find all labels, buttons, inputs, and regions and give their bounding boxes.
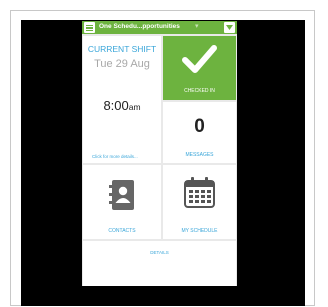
messages-count: 0 — [194, 116, 205, 137]
app-window: One Schedu...pportunities ▾ CURRENT SHIF… — [82, 21, 237, 286]
shift-time-value: 8:00 — [103, 98, 129, 113]
checkmark-icon — [182, 45, 217, 73]
contacts-label: CONTACTS — [108, 228, 136, 234]
checked-in-tile[interactable]: CHECKED IN — [163, 36, 236, 100]
my-schedule-label: MY SCHEDULE — [181, 228, 218, 234]
title-caret-icon: ▾ — [195, 23, 199, 30]
app-title: One Schedu...pportunities — [99, 23, 180, 30]
chevron-down-icon[interactable] — [224, 22, 235, 33]
details-label: DETAILS — [150, 250, 169, 255]
my-schedule-tile[interactable]: MY SCHEDULE — [163, 165, 236, 239]
checked-in-label: CHECKED IN — [184, 88, 215, 94]
calendar-icon — [184, 177, 215, 208]
shift-date: Tue 29 Aug — [94, 58, 150, 70]
contacts-tile[interactable]: CONTACTS — [83, 165, 161, 239]
top-bar: One Schedu...pportunities ▾ — [82, 21, 237, 34]
details-tile[interactable]: DETAILS — [83, 241, 236, 286]
shift-time: 8:00am — [83, 98, 161, 113]
current-shift-label: CURRENT SHIFT — [87, 44, 157, 54]
shift-time-ampm: am — [128, 102, 141, 112]
messages-label: MESSAGES — [185, 152, 214, 158]
messages-tile[interactable]: 0 MESSAGES — [163, 102, 236, 163]
current-shift-tile[interactable]: CURRENT SHIFT Tue 29 Aug 8:00am Click fo… — [83, 36, 161, 163]
contacts-book-icon — [109, 180, 134, 210]
more-details-link[interactable]: Click for more details... — [92, 154, 138, 159]
hamburger-menu-icon[interactable] — [84, 22, 95, 33]
